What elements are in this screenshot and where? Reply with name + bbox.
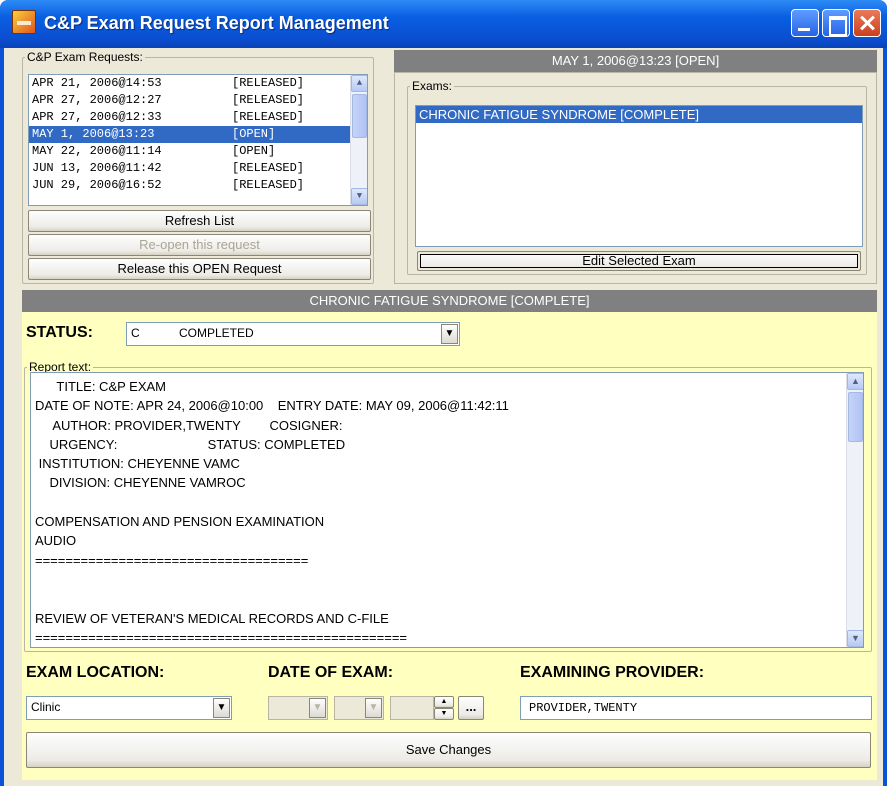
report-line: INSTITUTION: CHEYENNE VAMC [35, 456, 240, 472]
chevron-down-icon[interactable]: ▼ [365, 698, 382, 718]
report-line [35, 589, 841, 608]
requests-list[interactable]: APR 21, 2006@14:53 [RELEASED] APR 27, 2006… [28, 74, 368, 206]
scroll-up-icon[interactable]: ▲ [351, 75, 367, 92]
report-line: AUTHOR: PROVIDER,TWENTY COSIGNER: [35, 417, 343, 433]
request-status: [RELEASED] [232, 178, 305, 192]
request-row[interactable]: APR 21, 2006@14:53 [RELEASED] [29, 75, 367, 92]
report-line: URGENCY: STATUS: COMPLETED [35, 436, 346, 452]
request-status: [RELEASED] [232, 93, 305, 107]
save-changes-label: Save Changes [405, 742, 492, 757]
reopen-request-button[interactable]: Re-open this request [28, 234, 371, 256]
exams-legend: Exams: [412, 79, 453, 93]
client-area: C&P Exam Requests: APR 21, 2006@14:53 [RE… [4, 48, 883, 786]
requests-legend: C&P Exam Requests: [27, 50, 143, 64]
requests-scrollbar[interactable]: ▲ ▼ [350, 75, 367, 205]
spin-up-icon[interactable]: ▲ [434, 696, 454, 708]
close-button[interactable] [853, 9, 881, 37]
date-of-exam-label: DATE OF EXAM: [268, 664, 394, 681]
request-row[interactable]: MAY 1, 2006@13:23 [OPEN] [29, 126, 367, 143]
request-date: JUN 13, 2006@11:42 [32, 161, 162, 175]
minimize-button[interactable] [791, 9, 819, 37]
date-picker-button[interactable]: ... [458, 696, 484, 720]
scroll-down-icon[interactable]: ▼ [351, 188, 367, 205]
release-request-button[interactable]: Release this OPEN Request [28, 258, 371, 280]
exam-location-label: EXAM LOCATION: [26, 664, 165, 681]
request-row[interactable]: JUN 29, 2006@16:52 [RELEASED] [29, 177, 367, 194]
report-line: TITLE: C&P EXAM [35, 379, 167, 394]
spin-down-icon[interactable]: ▼ [434, 708, 454, 720]
app-icon [12, 10, 36, 34]
request-row[interactable]: MAY 22, 2006@11:14 [OPEN] [29, 143, 367, 160]
request-date: MAY 1, 2006@13:23 [32, 127, 155, 141]
request-status: [OPEN] [232, 144, 276, 158]
examining-provider-field[interactable]: PROVIDER,TWENTY [520, 696, 872, 720]
chevron-down-icon[interactable]: ▼ [309, 698, 326, 718]
report-line [35, 570, 841, 589]
request-row[interactable]: JUN 13, 2006@11:42 [RELEASED] [29, 160, 367, 177]
chevron-down-icon[interactable]: ▼ [213, 698, 230, 718]
request-row[interactable]: APR 27, 2006@12:33 [RELEASED] [29, 109, 367, 126]
exam-month-dropdown[interactable]: ▼ [268, 696, 328, 720]
request-date: MAY 22, 2006@11:14 [32, 144, 162, 158]
report-line [35, 493, 841, 512]
scroll-thumb[interactable] [352, 94, 367, 138]
exams-list[interactable]: CHRONIC FATIGUE SYNDROME [COMPLETE] [415, 105, 863, 247]
request-date: APR 27, 2006@12:33 [32, 110, 162, 124]
year-spinner[interactable]: ▲ ▼ [434, 696, 454, 720]
exam-day-dropdown[interactable]: ▼ [334, 696, 384, 720]
request-status: [RELEASED] [232, 110, 305, 124]
exam-row[interactable]: CHRONIC FATIGUE SYNDROME [COMPLETE] [416, 106, 862, 123]
report-line: REVIEW OF VETERAN'S MEDICAL RECORDS AND … [35, 610, 389, 626]
status-value: COMPLETED [179, 326, 254, 340]
request-status: [RELEASED] [232, 161, 305, 175]
scroll-thumb[interactable] [848, 392, 863, 442]
request-row[interactable]: APR 27, 2006@12:27 [RELEASED] [29, 92, 367, 109]
maximize-button[interactable] [822, 9, 850, 37]
edit-exam-button[interactable]: Edit Selected Exam [417, 251, 861, 271]
application-window: C&P Exam Request Report Management C&P E… [0, 0, 887, 786]
report-line: DIVISION: CHEYENNE VAMROC [35, 475, 246, 491]
window-title: C&P Exam Request Report Management [44, 13, 389, 33]
examining-provider-label: EXAMINING PROVIDER: [520, 664, 705, 681]
request-date: APR 21, 2006@14:53 [32, 76, 162, 90]
request-status: [RELEASED] [232, 76, 305, 90]
report-textarea[interactable]: TITLE: C&P EXAM DATE OF NOTE: APR 24, 200… [30, 372, 864, 648]
save-changes-button[interactable]: Save Changes [26, 732, 871, 768]
chevron-down-icon[interactable]: ▼ [441, 324, 458, 344]
status-code: C [131, 326, 140, 340]
report-line: DATE OF NOTE: APR 24, 2006@10:00 ENTRY D… [35, 398, 509, 414]
report-line: ==================================== [35, 552, 309, 568]
exam-location-dropdown[interactable]: Clinic ▼ [26, 696, 232, 720]
scroll-down-icon[interactable]: ▼ [847, 630, 863, 647]
request-date: JUN 29, 2006@16:52 [32, 178, 162, 192]
title-bar[interactable]: C&P Exam Request Report Management [0, 0, 887, 48]
report-line: AUDIO [35, 533, 77, 549]
report-text: TITLE: C&P EXAM DATE OF NOTE: APR 24, 200… [35, 377, 841, 647]
report-line: COMPENSATION AND PENSION EXAMINATION [35, 514, 325, 530]
request-header: MAY 1, 2006@13:23 [OPEN] [394, 50, 877, 72]
refresh-list-button[interactable]: Refresh List [28, 210, 371, 232]
exams-panel: Exams: CHRONIC FATIGUE SYNDROME [COMPLET… [394, 72, 877, 284]
exam-year-field[interactable] [390, 696, 434, 720]
status-dropdown[interactable]: C COMPLETED ▼ [126, 322, 460, 346]
exam-detail-panel: STATUS: C COMPLETED ▼ Report text: TITLE… [22, 312, 877, 780]
exam-header: CHRONIC FATIGUE SYNDROME [COMPLETE] [22, 290, 877, 312]
exam-location-value: Clinic [31, 700, 61, 714]
request-date: APR 27, 2006@12:27 [32, 93, 162, 107]
report-scrollbar[interactable]: ▲ ▼ [846, 373, 863, 647]
request-status: [OPEN] [232, 127, 276, 141]
scroll-up-icon[interactable]: ▲ [847, 373, 863, 390]
status-label: STATUS: [26, 324, 93, 341]
report-line: ========================================… [35, 629, 407, 645]
